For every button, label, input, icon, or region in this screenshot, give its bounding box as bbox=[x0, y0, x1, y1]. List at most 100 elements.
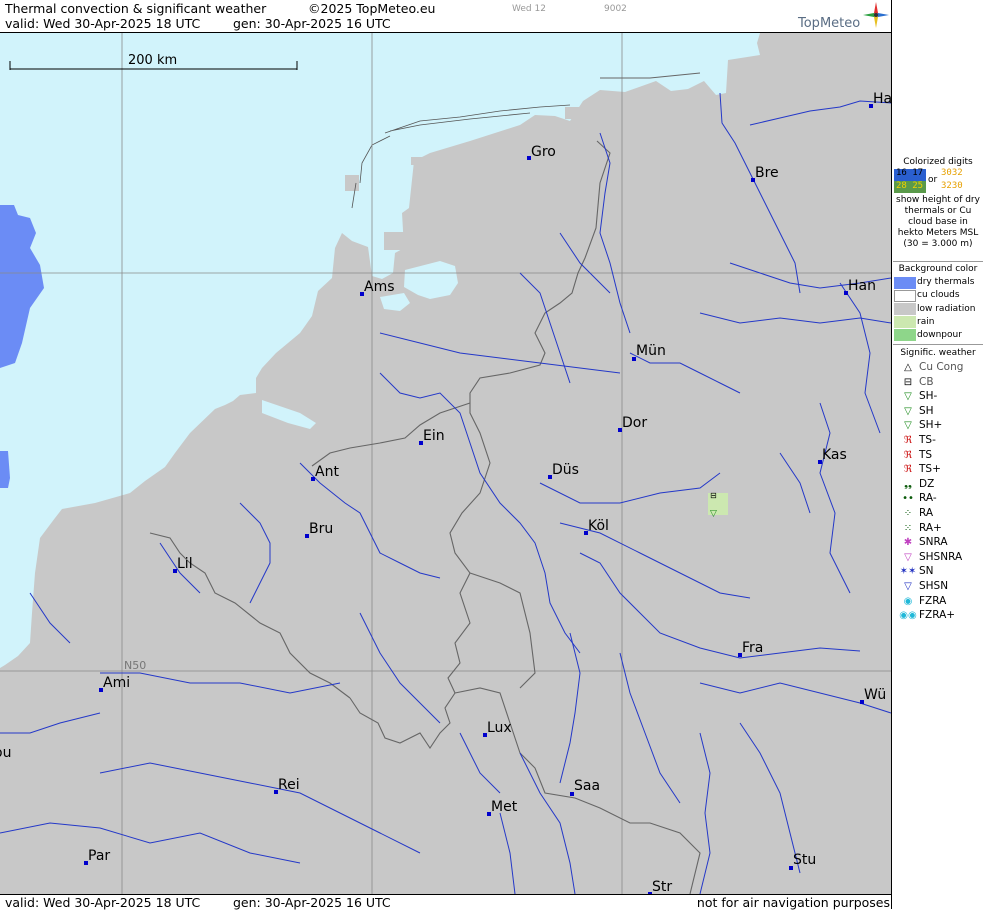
brand-name[interactable]: TopMeteo bbox=[798, 16, 860, 31]
footer-valid-time: valid: Wed 30-Apr-2025 18 UTC bbox=[5, 895, 201, 910]
thunderstorm-light-icon: ℜ bbox=[903, 435, 913, 446]
weather-label: FZRA bbox=[919, 595, 947, 607]
dry-thermals-area bbox=[0, 205, 44, 368]
city-ams[interactable]: Ams bbox=[364, 279, 395, 295]
legend-separator bbox=[893, 261, 983, 262]
scale-label: 200 km bbox=[128, 53, 177, 68]
city-ou[interactable]: ou bbox=[0, 745, 11, 761]
city-dor[interactable]: Dor bbox=[622, 415, 647, 431]
city-bru[interactable]: Bru bbox=[309, 521, 333, 537]
cu-cong-icon: △ bbox=[904, 362, 912, 373]
city-str[interactable]: Str bbox=[652, 879, 672, 894]
swatch-rain bbox=[894, 316, 916, 328]
rain-heavy-icon: ⁙ bbox=[903, 523, 913, 534]
map-canvas: N50 200 km ⊟ ▽ Ha Gro Bre Ams Han Mün Do… bbox=[0, 33, 891, 894]
weather-label: SH+ bbox=[919, 419, 943, 431]
valid-time: valid: Wed 30-Apr-2025 18 UTC bbox=[5, 16, 201, 31]
weather-label: TS bbox=[919, 449, 933, 461]
footer-bar: valid: Wed 30-Apr-2025 18 UTC gen: 30-Ap… bbox=[0, 894, 891, 910]
snow-shower-icon: ▽ bbox=[904, 581, 912, 592]
island bbox=[411, 157, 427, 165]
weather-label: SN bbox=[919, 565, 934, 577]
digits-explanation: show height of dry thermals or Cu cloud … bbox=[896, 195, 980, 249]
label-low-radiation: low radiation bbox=[917, 304, 976, 314]
city-kas[interactable]: Kas bbox=[822, 447, 847, 463]
city-mun[interactable]: Mün bbox=[636, 343, 666, 359]
swatch-downpour bbox=[894, 329, 916, 341]
swatch-dry-thermals bbox=[894, 277, 916, 289]
city-bre[interactable]: Bre bbox=[755, 165, 779, 181]
weather-label: RA- bbox=[919, 492, 937, 504]
freezing-rain-icon: ◉ bbox=[903, 596, 913, 607]
island bbox=[534, 117, 550, 127]
generated-time: gen: 30-Apr-2025 16 UTC bbox=[233, 16, 391, 31]
weather-label: SNRA bbox=[919, 536, 948, 548]
weather-label: DZ bbox=[919, 478, 935, 490]
rain-light-icon: •• bbox=[902, 493, 914, 504]
copyright-notice: ©2025 TopMeteo.eu bbox=[308, 1, 436, 16]
city-fra[interactable]: Fra bbox=[742, 640, 763, 656]
city-saa[interactable]: Saa bbox=[574, 778, 600, 794]
footer-generated-time: gen: 30-Apr-2025 16 UTC bbox=[233, 895, 391, 910]
chart-title: Thermal convection & significant weather bbox=[5, 1, 267, 16]
city-ha[interactable]: Ha bbox=[873, 91, 891, 107]
latitude-label: N50 bbox=[124, 659, 146, 672]
rain-icon: ⁘ bbox=[903, 508, 913, 519]
city-lux[interactable]: Lux bbox=[487, 720, 512, 736]
freezing-rain-heavy-icon: ◉◉ bbox=[899, 610, 917, 621]
digits-sample-a-bottom: 28 25 bbox=[896, 181, 924, 191]
thunderstorm-icon: ℜ bbox=[903, 450, 913, 461]
city-kol[interactable]: Köl bbox=[588, 518, 609, 534]
snow-rain-icon: ✱ bbox=[903, 537, 913, 548]
run-code-day: Wed 12 bbox=[512, 4, 546, 14]
city-ant[interactable]: Ant bbox=[315, 464, 339, 480]
island bbox=[384, 232, 404, 250]
weather-label: SH- bbox=[919, 390, 938, 402]
footer-disclaimer: not for air navigation purposes bbox=[696, 895, 890, 910]
city-met[interactable]: Met bbox=[491, 799, 518, 815]
digits-sample-b-top: 3032 bbox=[941, 168, 963, 178]
weather-map[interactable]: N50 200 km ⊟ ▽ Ha Gro Bre Ams Han Mün Do… bbox=[0, 33, 891, 894]
city-wu[interactable]: Wü bbox=[864, 687, 886, 703]
dry-thermals-area bbox=[0, 451, 10, 488]
weather-label: SHSN bbox=[919, 580, 949, 592]
legend-background-title: Background color bbox=[898, 264, 978, 274]
cb-symbol-icon: ⊟ bbox=[710, 491, 717, 500]
island bbox=[565, 107, 579, 119]
weather-label: Cu Cong bbox=[919, 361, 964, 373]
legend-panel: Colorized digits 16 17 28 25 or 3032 323… bbox=[891, 0, 983, 909]
swatch-low-radiation bbox=[894, 303, 916, 315]
digits-sample-b-bottom: 3230 bbox=[941, 181, 963, 191]
weather-label: RA bbox=[919, 507, 934, 519]
city-dus[interactable]: Düs bbox=[552, 462, 579, 478]
city-ein[interactable]: Ein bbox=[423, 428, 445, 444]
weather-label: TS+ bbox=[919, 463, 941, 475]
weather-label: CB bbox=[919, 376, 934, 388]
snow-rain-shower-icon: ▽ bbox=[904, 552, 912, 563]
thunderstorm-heavy-icon: ℜ bbox=[903, 464, 913, 475]
legend-separator bbox=[893, 344, 983, 345]
topmeteo-logo-icon[interactable] bbox=[862, 1, 890, 29]
city-par[interactable]: Par bbox=[88, 848, 110, 864]
swatch-cu-clouds bbox=[894, 290, 916, 302]
label-cu-clouds: cu clouds bbox=[917, 290, 960, 300]
label-rain: rain bbox=[917, 317, 935, 327]
digits-sample-a-top: 16 17 bbox=[896, 168, 924, 178]
header-bar: Thermal convection & significant weather… bbox=[0, 0, 891, 33]
city-han[interactable]: Han bbox=[848, 278, 876, 294]
shower-heavy-icon: ▽ bbox=[904, 420, 912, 431]
label-dry-thermals: dry thermals bbox=[917, 277, 975, 287]
snow-icon: ✶✶ bbox=[899, 566, 917, 577]
city-stu[interactable]: Stu bbox=[793, 852, 816, 868]
run-code-number: 9002 bbox=[604, 4, 627, 14]
city-gro[interactable]: Gro bbox=[531, 144, 556, 160]
shower-light-icon: ▽ bbox=[904, 391, 912, 402]
drizzle-icon: ❟❟ bbox=[904, 479, 912, 490]
city-rei[interactable]: Rei bbox=[278, 777, 300, 793]
city-lil[interactable]: Lil bbox=[177, 556, 193, 572]
weather-label: SH bbox=[919, 405, 934, 417]
island bbox=[345, 175, 359, 191]
weather-label: FZRA+ bbox=[919, 609, 956, 621]
city-ami[interactable]: Ami bbox=[103, 675, 130, 691]
shower-icon: ▽ bbox=[904, 406, 912, 417]
